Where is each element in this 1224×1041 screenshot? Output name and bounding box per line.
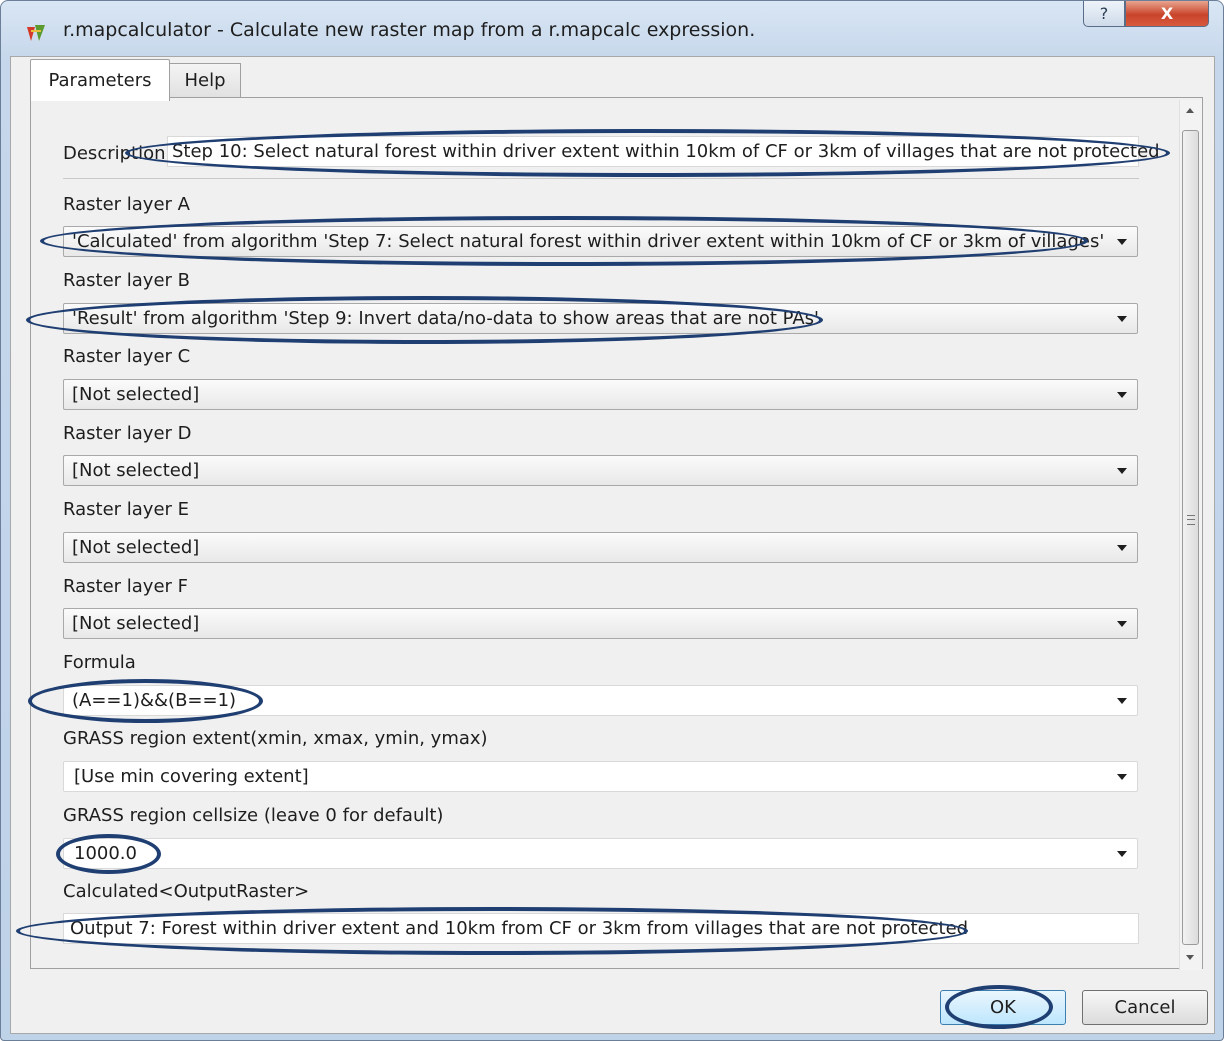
chevron-down-icon — [1117, 851, 1127, 857]
tab-help[interactable]: Help — [169, 63, 241, 97]
chevron-down-icon — [1117, 239, 1127, 245]
chevron-down-icon — [1117, 316, 1127, 322]
raster-layer-c-label: Raster layer C — [63, 346, 191, 367]
chevron-down-icon — [1117, 468, 1127, 474]
description-value: Step 10: Select natural forest within dr… — [172, 141, 1160, 162]
qgis-grass-icon — [27, 25, 45, 41]
formula-label: Formula — [63, 652, 136, 673]
context-help-button[interactable]: ? — [1083, 1, 1125, 27]
raster-layer-a-label: Raster layer A — [63, 194, 190, 215]
chevron-down-icon — [1117, 698, 1127, 704]
cellsize-combo[interactable]: 1000.0 — [63, 838, 1138, 869]
output-field[interactable]: Output 7: Forest within driver extent an… — [63, 913, 1139, 944]
raster-layer-c-select[interactable]: [Not selected] — [63, 379, 1138, 410]
raster-layer-a-value: 'Calculated' from algorithm 'Step 7: Sel… — [72, 231, 1105, 252]
grip-icon — [1187, 515, 1195, 525]
raster-layer-d-select[interactable]: [Not selected] — [63, 455, 1138, 486]
ok-button[interactable]: OK — [940, 990, 1066, 1025]
raster-layer-e-value: [Not selected] — [72, 537, 200, 558]
separator — [63, 178, 1139, 179]
scroll-down-icon[interactable] — [1186, 955, 1194, 960]
cellsize-value: 1000.0 — [74, 843, 137, 864]
raster-layer-f-select[interactable]: [Not selected] — [63, 608, 1138, 639]
scrollbar-thumb[interactable] — [1182, 130, 1199, 945]
output-value: Output 7: Forest within driver extent an… — [70, 918, 969, 939]
region-extent-value: [Use min covering extent] — [74, 766, 309, 787]
chevron-down-icon — [1117, 774, 1127, 780]
cellsize-label: GRASS region cellsize (leave 0 for defau… — [63, 805, 444, 826]
cancel-button[interactable]: Cancel — [1082, 990, 1208, 1025]
cancel-button-label: Cancel — [1114, 997, 1176, 1018]
region-extent-combo[interactable]: [Use min covering extent] — [63, 761, 1138, 792]
chevron-down-icon — [1117, 392, 1127, 398]
help-icon: ? — [1099, 4, 1109, 23]
raster-layer-d-label: Raster layer D — [63, 423, 192, 444]
raster-layer-b-label: Raster layer B — [63, 270, 191, 291]
ok-button-label: OK — [990, 997, 1016, 1018]
chevron-down-icon — [1117, 621, 1127, 627]
output-label: Calculated<OutputRaster> — [63, 881, 310, 902]
formula-combo[interactable]: (A==1)&&(B==1) — [63, 685, 1138, 716]
description-label: Description — [63, 143, 166, 164]
vertical-scrollbar[interactable] — [1179, 100, 1202, 970]
raster-layer-f-value: [Not selected] — [72, 613, 200, 634]
formula-value: (A==1)&&(B==1) — [72, 690, 237, 711]
scroll-up-icon[interactable] — [1186, 108, 1194, 113]
raster-layer-c-value: [Not selected] — [72, 384, 200, 405]
tab-parameters-label: Parameters — [48, 70, 152, 91]
region-extent-label: GRASS region extent(xmin, xmax, ymin, ym… — [63, 728, 488, 749]
tab-help-label: Help — [184, 70, 226, 91]
close-icon: X — [1160, 4, 1174, 23]
raster-layer-d-value: [Not selected] — [72, 460, 200, 481]
raster-layer-e-select[interactable]: [Not selected] — [63, 532, 1138, 563]
raster-layer-b-value: 'Result' from algorithm 'Step 9: Invert … — [72, 308, 819, 329]
chevron-down-icon — [1117, 545, 1127, 551]
raster-layer-a-select[interactable]: 'Calculated' from algorithm 'Step 7: Sel… — [63, 226, 1138, 257]
description-field[interactable]: Step 10: Select natural forest within dr… — [167, 136, 1160, 167]
raster-layer-b-select[interactable]: 'Result' from algorithm 'Step 9: Invert … — [63, 303, 1138, 334]
tab-parameters[interactable]: Parameters — [30, 59, 170, 101]
raster-layer-e-label: Raster layer E — [63, 499, 190, 520]
window-title: r.mapcalculator - Calculate new raster m… — [63, 19, 756, 41]
raster-layer-f-label: Raster layer F — [63, 576, 189, 597]
close-window-button[interactable]: X — [1125, 1, 1209, 27]
title-bar[interactable]: r.mapcalculator - Calculate new raster m… — [1, 1, 1223, 61]
